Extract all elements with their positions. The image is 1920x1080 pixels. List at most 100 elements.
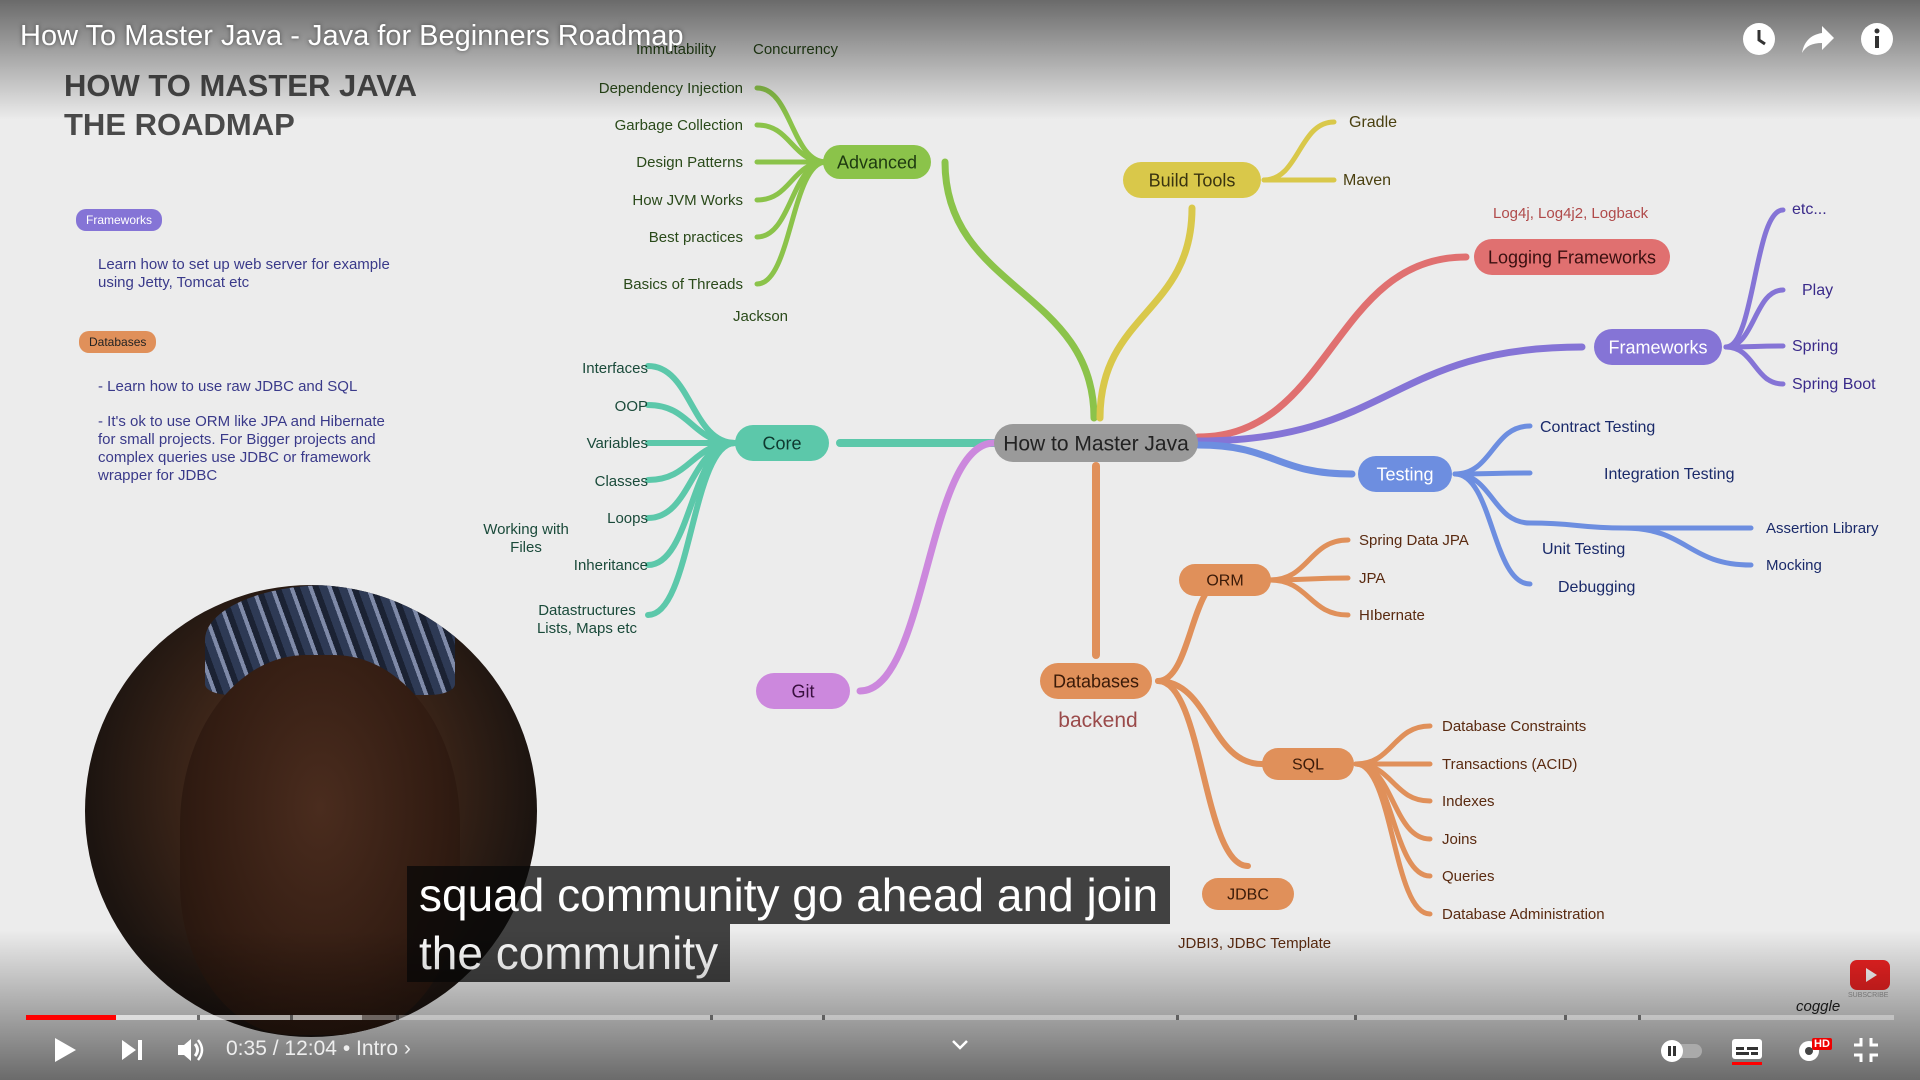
link-center-build <box>1096 204 1196 422</box>
build-leaf: Maven <box>1343 172 1391 189</box>
link-center-testing <box>1194 441 1356 478</box>
node-databases[interactable]: Databases <box>1040 663 1152 699</box>
exit-fullscreen-icon <box>1854 1038 1878 1062</box>
logging-note: Log4j, Log4j2, Logback <box>1493 205 1649 222</box>
video-frame[interactable]: How to Master Java Advanced Build Tools Log… <box>0 0 1920 1080</box>
time-separator: / <box>272 1037 279 1060</box>
watch-later-button[interactable] <box>1738 18 1780 60</box>
subtitles-button[interactable] <box>1725 1030 1769 1070</box>
node-advanced-label: Advanced <box>837 152 917 172</box>
databases-note-2: - It's ok to use ORM like JPA and Hibern… <box>98 413 385 485</box>
link-orm-leaf <box>1267 577 1351 618</box>
node-jdbc[interactable]: JDBC <box>1202 878 1294 910</box>
volume-button[interactable] <box>170 1030 210 1070</box>
chapter-marker <box>822 1015 825 1020</box>
core-leaf: Variables <box>587 435 648 452</box>
chevron-button[interactable] <box>945 1033 975 1057</box>
node-build-tools[interactable]: Build Tools <box>1123 162 1261 198</box>
node-core-label: Core <box>762 433 801 453</box>
caption-line-1: squad community go ahead and join <box>407 866 1171 924</box>
autoplay-toggle[interactable] <box>1656 1030 1706 1070</box>
sql-leaf: Queries <box>1442 868 1495 885</box>
next-button[interactable] <box>112 1030 152 1070</box>
testing-leaf: Unit Testing <box>1542 541 1625 558</box>
next-icon <box>122 1040 142 1060</box>
core-leaf: Inheritance <box>574 557 648 574</box>
jdbc-note: JDBI3, JDBC Template <box>1178 935 1331 952</box>
node-center-label: How to Master Java <box>1003 432 1189 455</box>
sql-leaf: Database Administration <box>1442 906 1605 923</box>
coggle-watermark: coggle <box>1796 998 1841 1015</box>
databases-note-line: complex queries use JDBC or framework <box>98 449 371 466</box>
subscribe-label: SUBSCRIBE <box>1848 992 1889 999</box>
chapter-marker <box>710 1015 713 1020</box>
advanced-leaf: Design Patterns <box>636 154 743 171</box>
node-jdbc-label: JDBC <box>1227 887 1269 904</box>
orm-leaf: JPA <box>1359 570 1385 587</box>
node-testing-label: Testing <box>1376 464 1433 484</box>
databases-note-1: - Learn how to use raw JDBC and SQL <box>98 378 358 395</box>
node-frameworks[interactable]: Frameworks <box>1594 329 1722 365</box>
databases-badge: Databases <box>79 331 157 353</box>
chapter-marker <box>1354 1015 1357 1020</box>
node-testing[interactable]: Testing <box>1358 456 1452 492</box>
node-git[interactable]: Git <box>756 673 850 709</box>
node-sql[interactable]: SQL <box>1262 748 1354 780</box>
video-title[interactable]: How To Master Java - Java for Beginners … <box>20 20 684 53</box>
link-frameworks-leaf <box>1723 344 1786 387</box>
info-button[interactable] <box>1856 18 1898 60</box>
link-frameworks-leaf <box>1723 207 1786 350</box>
advanced-leaf: Dependency Injection <box>599 80 743 97</box>
link-center-git <box>856 439 998 695</box>
node-core[interactable]: Core <box>735 425 829 461</box>
node-logging[interactable]: Logging Frameworks <box>1474 239 1670 275</box>
info-icon <box>1861 23 1893 55</box>
frameworks-leaf: Spring Boot <box>1792 376 1876 393</box>
node-frameworks-label: Frameworks <box>1608 337 1707 357</box>
play-button[interactable] <box>44 1030 84 1070</box>
chevron-down-icon <box>952 1040 968 1050</box>
build-leaf: Gradle <box>1349 114 1397 131</box>
slide-heading: HOW TO MASTER JAVA THE ROADMAP <box>64 66 417 144</box>
exit-fullscreen-button[interactable] <box>1846 1030 1886 1070</box>
clock-icon <box>1743 23 1775 55</box>
link-unit-mocking <box>1621 525 1754 568</box>
node-center[interactable]: How to Master Java <box>994 424 1198 462</box>
core-files: Files <box>510 539 542 556</box>
core-ds: Lists, Maps etc <box>537 620 638 637</box>
advanced-leaf: How JVM Works <box>632 192 743 209</box>
frameworks-note-line: using Jetty, Tomcat etc <box>98 274 250 291</box>
testing-leaf: Debugging <box>1558 579 1635 596</box>
subscribe-button[interactable] <box>1850 960 1890 990</box>
node-orm[interactable]: ORM <box>1179 564 1271 596</box>
node-sql-label: SQL <box>1292 757 1324 774</box>
core-leaf: Interfaces <box>582 360 648 377</box>
chapter-title[interactable]: • Intro › <box>343 1037 411 1060</box>
core-leaf: OOP <box>615 398 648 415</box>
share-button[interactable] <box>1797 18 1839 60</box>
link-sql-leaf <box>1353 723 1433 767</box>
advanced-extra: Jackson <box>733 308 788 325</box>
testing-unit-leaf: Mocking <box>1766 557 1822 574</box>
progress-bar[interactable] <box>26 1015 1894 1020</box>
chapter-marker <box>1176 1015 1179 1020</box>
frameworks-note: Learn how to set up web server for examp… <box>98 256 390 292</box>
chapter-marker <box>396 1015 399 1020</box>
advanced-leaf: Basics of Threads <box>623 276 743 293</box>
settings-button[interactable]: HD <box>1788 1030 1838 1070</box>
volume-icon <box>178 1039 204 1061</box>
link-testing-leaf <box>1452 423 1533 477</box>
sql-leaf: Indexes <box>1442 793 1495 810</box>
chapter-marker <box>1638 1015 1641 1020</box>
frameworks-note-line: Learn how to set up web server for examp… <box>98 256 390 273</box>
link-testing-leaf <box>1452 471 1533 587</box>
autoplay-toggle-icon <box>1661 1040 1702 1062</box>
testing-leaf: Integration Testing <box>1604 466 1734 483</box>
node-logging-label: Logging Frameworks <box>1488 247 1656 267</box>
frameworks-badge: Frameworks <box>76 209 163 231</box>
play-icon <box>55 1038 76 1062</box>
chapter-marker <box>1564 1015 1567 1020</box>
share-icon <box>1802 26 1834 53</box>
node-advanced[interactable]: Advanced <box>823 145 931 179</box>
time-display: 0:35 / 12:04 • Intro › <box>226 1037 411 1061</box>
